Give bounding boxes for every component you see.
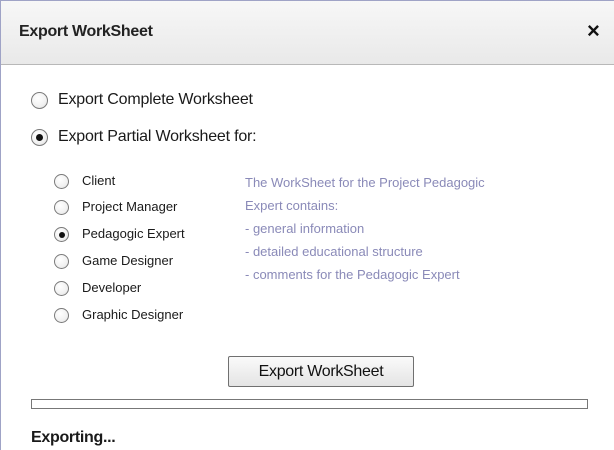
role-label-project-manager[interactable]: Project Manager — [82, 199, 177, 214]
description-line: - comments for the Pedagogic Expert — [245, 267, 460, 282]
role-label-pedagogic-expert[interactable]: Pedagogic Expert — [82, 226, 185, 241]
role-radio-pedagogic-expert[interactable] — [54, 227, 69, 242]
export-worksheet-button[interactable]: Export WorkSheet — [228, 356, 414, 387]
description-line: - general information — [245, 221, 365, 236]
export-worksheet-dialog: Export WorkSheet × Export Complete Works… — [0, 0, 614, 450]
role-radio-project-manager[interactable] — [54, 200, 69, 215]
role-label-game-designer[interactable]: Game Designer — [82, 253, 173, 268]
role-radio-game-designer[interactable] — [54, 254, 69, 269]
role-radio-graphic-designer[interactable] — [54, 308, 69, 323]
role-description: The WorkSheet for the Project Pedagogic … — [245, 171, 565, 286]
export-status-text: Exporting... — [31, 429, 116, 446]
description-line: Expert contains: — [245, 198, 339, 213]
export-partial-label[interactable]: Export Partial Worksheet for: — [58, 128, 257, 146]
role-radio-developer[interactable] — [54, 281, 69, 296]
dialog-titlebar: Export WorkSheet × — [1, 1, 614, 65]
description-line: - detailed educational structure — [245, 244, 423, 259]
role-label-graphic-designer[interactable]: Graphic Designer — [82, 307, 183, 322]
export-complete-radio[interactable] — [31, 92, 48, 109]
role-radio-client[interactable] — [54, 174, 69, 189]
description-line: The WorkSheet for the Project Pedagogic — [245, 175, 485, 190]
role-label-client[interactable]: Client — [82, 173, 115, 188]
export-partial-radio[interactable] — [31, 129, 48, 146]
export-progress-bar — [31, 399, 588, 409]
close-icon[interactable]: × — [587, 20, 600, 42]
export-complete-label[interactable]: Export Complete Worksheet — [58, 91, 253, 109]
dialog-title: Export WorkSheet — [19, 23, 153, 40]
role-label-developer[interactable]: Developer — [82, 280, 141, 295]
